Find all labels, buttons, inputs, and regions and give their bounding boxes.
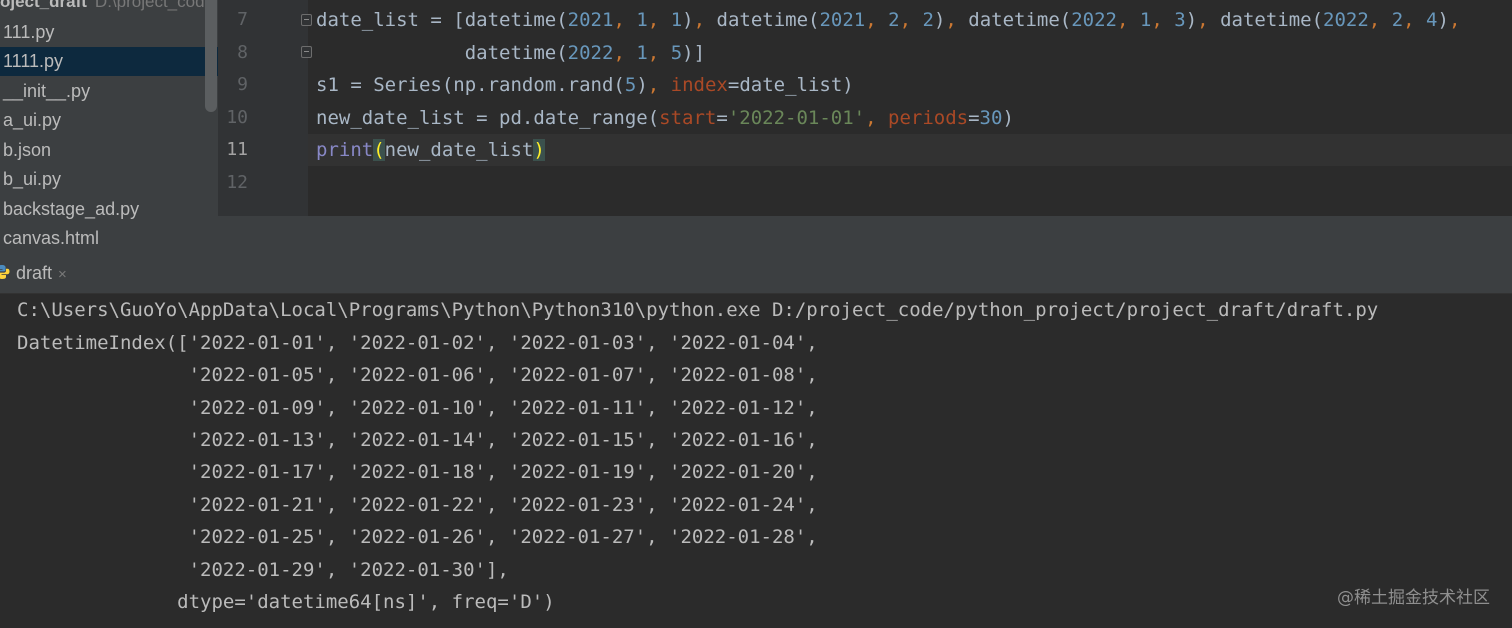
line-number: 12 <box>226 172 248 193</box>
console-line: '2022-01-05', '2022-01-06', '2022-01-07'… <box>17 364 818 386</box>
code-line: date_list = [datetime(2021, 1, 1), datet… <box>316 9 1461 31</box>
run-console[interactable]: C:\Users\GuoYo\AppData\Local\Programs\Py… <box>0 294 1512 628</box>
console-line: '2022-01-21', '2022-01-22', '2022-01-23'… <box>17 494 818 516</box>
watermark: @稀土掘金技术社区 <box>1337 588 1490 608</box>
console-line: C:\Users\GuoYo\AppData\Local\Programs\Py… <box>17 299 1379 321</box>
python-icon <box>0 265 10 280</box>
console-line: '2022-01-13', '2022-01-14', '2022-01-15'… <box>17 429 818 451</box>
file-item[interactable]: a_ui.py <box>0 106 218 135</box>
code-line: datetime(2022, 1, 5)] <box>316 42 706 64</box>
line-number: 10 <box>226 107 248 128</box>
file-item-selected[interactable]: 1111.py <box>0 47 218 76</box>
line-number: 8 <box>237 42 248 63</box>
console-line: '2022-01-29', '2022-01-30'], <box>17 559 509 581</box>
console-line: '2022-01-17', '2022-01-18', '2022-01-19'… <box>17 461 818 483</box>
fold-marker-icon[interactable] <box>301 14 312 26</box>
console-line: DatetimeIndex(['2022-01-01', '2022-01-02… <box>17 332 818 354</box>
file-item[interactable]: canvas.html <box>0 224 218 252</box>
code-line: print(new_date_list) <box>316 139 545 161</box>
code-editor[interactable]: 7 8 9 10 11 12 date_list = [datetime(202… <box>218 0 1512 216</box>
editor-splitter[interactable] <box>218 216 1512 252</box>
console-line: '2022-01-25', '2022-01-26', '2022-01-27'… <box>17 526 818 548</box>
line-number: 7 <box>237 9 248 30</box>
line-number-current: 11 <box>226 139 248 160</box>
project-header[interactable]: oject_draft D:\project_cod <box>0 0 205 14</box>
code-line: new_date_list = pd.date_range(start='202… <box>316 107 1014 129</box>
file-item[interactable]: 111.py <box>0 18 218 47</box>
run-toolbar: draft × <box>0 252 1512 294</box>
line-number: 9 <box>237 74 248 95</box>
run-tab[interactable]: draft × <box>0 252 67 294</box>
console-line: dtype='datetime64[ns]', freq='D') <box>17 591 555 613</box>
file-item[interactable]: __init__.py <box>0 77 218 106</box>
project-tree: oject_draft D:\project_cod 111.py 1111.py… <box>0 0 218 252</box>
file-item[interactable]: backstage_ad.py <box>0 195 218 224</box>
code-line: s1 = Series(np.random.rand(5), index=dat… <box>316 74 854 96</box>
fold-marker-icon[interactable] <box>301 46 312 58</box>
file-item[interactable]: b_ui.py <box>0 165 218 194</box>
project-path: D:\project_cod <box>94 0 205 11</box>
console-line: '2022-01-09', '2022-01-10', '2022-01-11'… <box>17 397 818 419</box>
line-gutter: 7 8 9 10 11 12 <box>218 0 312 216</box>
close-icon[interactable]: × <box>58 266 67 283</box>
file-item[interactable]: b.json <box>0 136 218 165</box>
run-tab-label: draft <box>16 263 53 283</box>
project-name: oject_draft <box>0 0 87 11</box>
sidebar-scrollbar[interactable] <box>205 0 217 112</box>
